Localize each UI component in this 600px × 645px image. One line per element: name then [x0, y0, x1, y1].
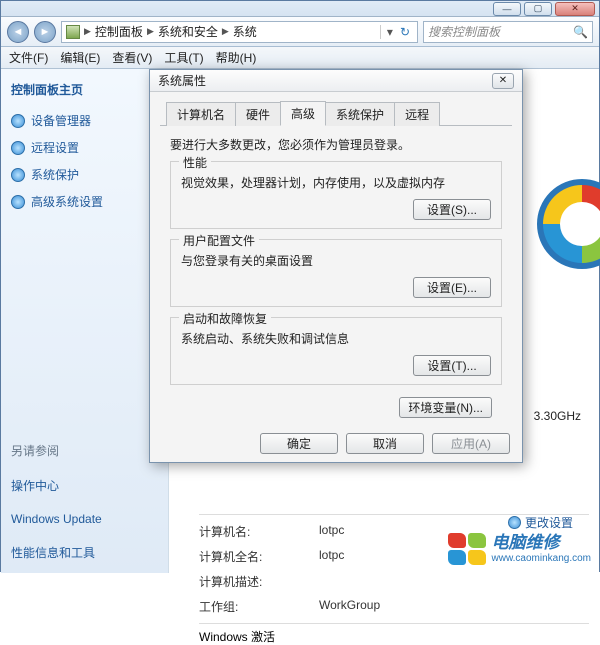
see-also-header: 另请参阅: [11, 428, 158, 459]
sidebar-item-label: 设备管理器: [31, 112, 91, 129]
shield-icon: [11, 141, 25, 155]
info-label: 工作组:: [199, 598, 319, 615]
system-properties-dialog: 系统属性 ✕ 计算机名 硬件 高级 系统保护 远程 要进行大多数更改，您必须作为…: [149, 69, 523, 463]
dialog-footer: 确定 取消 应用(A): [260, 433, 510, 454]
info-label: 计算机名:: [199, 523, 319, 540]
tab-advanced[interactable]: 高级: [280, 101, 326, 126]
dropdown-icon[interactable]: ▾: [380, 25, 393, 39]
sidebar-link-device-manager[interactable]: 设备管理器: [11, 112, 158, 129]
see-also-action-center[interactable]: 操作中心: [11, 477, 158, 494]
explorer-navbar: ◄ ► ▶ 控制面板 ▶ 系统和安全 ▶ 系统 ▾ ↻ 搜索控制面板 🔍: [1, 17, 599, 47]
search-placeholder: 搜索控制面板: [428, 23, 500, 40]
chevron-right-icon: ▶: [84, 26, 91, 37]
shield-icon: [508, 516, 521, 529]
dialog-title: 系统属性: [158, 72, 206, 89]
sidebar-link-remote[interactable]: 远程设置: [11, 139, 158, 156]
info-label: 计算机全名:: [199, 548, 319, 565]
group-startup-recovery: 启动和故障恢复 系统启动、系统失败和调试信息 设置(T)...: [170, 317, 502, 385]
startup-recovery-settings-button[interactable]: 设置(T)...: [413, 355, 491, 376]
info-row: 工作组:WorkGroup: [199, 594, 589, 619]
group-label: 性能: [179, 154, 211, 171]
tab-hardware[interactable]: 硬件: [235, 102, 281, 126]
shield-icon: [11, 195, 25, 209]
refresh-icon[interactable]: ↻: [397, 25, 413, 39]
menu-bar: 文件(F) 编辑(E) 查看(V) 工具(T) 帮助(H): [1, 47, 599, 69]
breadcrumb-item[interactable]: 系统: [233, 23, 257, 40]
windows-flag-icon: [448, 533, 486, 565]
menu-file[interactable]: 文件(F): [9, 49, 48, 66]
cancel-button[interactable]: 取消: [346, 433, 424, 454]
dialog-close-button[interactable]: ✕: [492, 73, 514, 89]
maximize-button[interactable]: ▢: [524, 2, 552, 16]
tab-pane-advanced: 要进行大多数更改，您必须作为管理员登录。 性能 视觉效果，处理器计划，内存使用，…: [160, 126, 512, 424]
menu-edit[interactable]: 编辑(E): [60, 49, 100, 66]
sidebar-item-label: 远程设置: [31, 139, 79, 156]
search-icon[interactable]: 🔍: [573, 25, 588, 39]
group-label: 启动和故障恢复: [179, 310, 271, 327]
tab-strip: 计算机名 硬件 高级 系统保护 远程: [160, 100, 512, 126]
group-desc: 视觉效果，处理器计划，内存使用，以及虚拟内存: [181, 174, 491, 191]
forward-button[interactable]: ►: [34, 21, 56, 43]
sidebar: 控制面板主页 设备管理器 远程设置 系统保护 高级系统设置 另请参阅 操作中心 …: [1, 69, 169, 573]
environment-variables-button[interactable]: 环境变量(N)...: [399, 397, 492, 418]
search-input[interactable]: 搜索控制面板 🔍: [423, 21, 593, 43]
change-settings-link[interactable]: 更改设置: [508, 514, 573, 531]
tab-protection[interactable]: 系统保护: [325, 102, 395, 126]
performance-settings-button[interactable]: 设置(S)...: [413, 199, 491, 220]
watermark-url: www.caominkang.com: [492, 553, 591, 564]
group-performance: 性能 视觉效果，处理器计划，内存使用，以及虚拟内存 设置(S)...: [170, 161, 502, 229]
info-value: WorkGroup: [319, 598, 589, 615]
sidebar-title: 控制面板主页: [11, 81, 158, 98]
shield-icon: [11, 114, 25, 128]
menu-tools[interactable]: 工具(T): [164, 49, 203, 66]
watermark-text: 电脑维修: [492, 534, 591, 553]
user-profiles-settings-button[interactable]: 设置(E)...: [413, 277, 491, 298]
shield-icon: [11, 168, 25, 182]
group-user-profiles: 用户配置文件 与您登录有关的桌面设置 设置(E)...: [170, 239, 502, 307]
control-panel-icon: [66, 25, 80, 39]
group-desc: 系统启动、系统失败和调试信息: [181, 330, 491, 347]
breadcrumb-item[interactable]: 控制面板: [95, 23, 143, 40]
menu-view[interactable]: 查看(V): [112, 49, 152, 66]
sidebar-item-label: 系统保护: [31, 166, 79, 183]
chevron-right-icon: ▶: [147, 26, 154, 37]
tab-computer-name[interactable]: 计算机名: [166, 102, 236, 126]
watermark: 电脑维修 www.caominkang.com: [448, 533, 591, 565]
see-also-windows-update[interactable]: Windows Update: [11, 512, 158, 526]
sidebar-link-protection[interactable]: 系统保护: [11, 166, 158, 183]
info-value: [319, 573, 589, 590]
sidebar-link-advanced[interactable]: 高级系统设置: [11, 193, 158, 210]
group-label: 用户配置文件: [179, 232, 259, 249]
admin-note: 要进行大多数更改，您必须作为管理员登录。: [170, 136, 502, 153]
menu-help[interactable]: 帮助(H): [216, 49, 257, 66]
group-desc: 与您登录有关的桌面设置: [181, 252, 491, 269]
apply-button[interactable]: 应用(A): [432, 433, 510, 454]
chevron-right-icon: ▶: [222, 26, 229, 37]
address-bar[interactable]: ▶ 控制面板 ▶ 系统和安全 ▶ 系统 ▾ ↻: [61, 21, 418, 43]
breadcrumb-item[interactable]: 系统和安全: [158, 23, 218, 40]
activation-header: Windows 激活: [199, 623, 589, 645]
see-also-perf-tools[interactable]: 性能信息和工具: [11, 544, 158, 561]
back-button[interactable]: ◄: [7, 21, 29, 43]
cpu-speed-value: 3.30GHz: [534, 409, 581, 423]
ok-button[interactable]: 确定: [260, 433, 338, 454]
link-label: 更改设置: [525, 514, 573, 531]
minimize-button[interactable]: —: [493, 2, 521, 16]
sidebar-item-label: 高级系统设置: [31, 193, 103, 210]
tab-remote[interactable]: 远程: [394, 102, 440, 126]
dialog-titlebar: 系统属性 ✕: [150, 70, 522, 92]
info-label: 计算机描述:: [199, 573, 319, 590]
info-row: 计算机描述:: [199, 569, 589, 594]
close-button[interactable]: ✕: [555, 2, 595, 16]
windows-orb-icon: [537, 179, 600, 269]
window-titlebar: — ▢ ✕: [1, 1, 599, 17]
